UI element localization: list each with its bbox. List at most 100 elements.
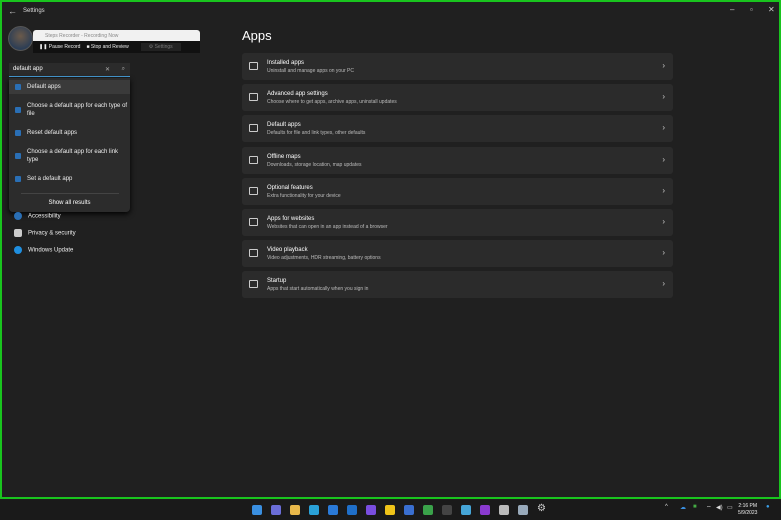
taskbar-app-icon[interactable]: [461, 505, 471, 515]
minimize-icon[interactable]: –: [730, 5, 734, 14]
wifi-icon[interactable]: ⌔: [706, 504, 712, 512]
maximize-icon[interactable]: ▫: [750, 5, 753, 14]
card-title: Advanced app settings: [267, 91, 328, 98]
nav-privacy-security[interactable]: Privacy & security: [14, 229, 76, 237]
chevron-right-icon: ›: [662, 217, 665, 226]
search-value: default app: [13, 66, 43, 72]
card-subtitle: Apps that start automatically when you s…: [267, 286, 369, 293]
card-apps-for-websites[interactable]: Apps for websites Websites that can open …: [242, 209, 673, 236]
taskbar-app-icon[interactable]: [423, 505, 433, 515]
result-item[interactable]: Reset default apps: [9, 129, 130, 137]
card-advanced-app-settings[interactable]: Advanced app settings Choose where to get…: [242, 84, 673, 112]
shield-icon: [14, 229, 22, 237]
taskbar-app-icon[interactable]: [252, 505, 262, 515]
notification-icon[interactable]: ●: [766, 504, 770, 510]
search-results-dropdown: Default apps Choose a default app for ea…: [9, 78, 130, 212]
nav-label: Windows Update: [28, 247, 74, 254]
search-icon[interactable]: ⌕: [122, 66, 125, 73]
card-title: Apps for websites: [267, 216, 315, 222]
settings-taskbar-icon[interactable]: ⚙: [537, 503, 547, 514]
card-icon: [249, 62, 258, 70]
taskbar-app-icon[interactable]: [271, 505, 281, 515]
date: 5/9/2023: [738, 510, 758, 516]
taskbar-app-icon[interactable]: [518, 505, 528, 515]
taskbar-app-icon[interactable]: [385, 505, 395, 515]
result-item[interactable]: Choose a default app for each type of fi…: [9, 102, 130, 118]
card-title: Installed apps: [267, 60, 305, 66]
card-subtitle: Uninstall and manage apps on your PC: [267, 68, 354, 74]
default-apps-icon: [15, 84, 21, 90]
chevron-right-icon: ›: [662, 92, 665, 102]
chevron-right-icon: ›: [662, 154, 665, 164]
taskbar-app-icon[interactable]: [499, 505, 509, 515]
card-subtitle: Defaults for file and link types, other …: [267, 130, 366, 137]
battery-icon[interactable]: ▭: [727, 504, 733, 511]
result-item[interactable]: Default apps: [9, 80, 130, 94]
search-input[interactable]: default app ✕ ⌕: [9, 63, 130, 77]
card-icon: [249, 93, 258, 102]
show-all-results-link[interactable]: Show all results: [9, 200, 130, 206]
card-subtitle: Extra functionality for your device: [267, 192, 341, 199]
taskbar-app-icon[interactable]: [366, 505, 376, 515]
card-video-playback[interactable]: Video playback Video adjustments, HDR str…: [242, 240, 673, 268]
back-arrow-icon[interactable]: ←: [8, 6, 17, 16]
accessibility-icon: [14, 212, 22, 220]
taskbar: ⚙ ^ ☁ ■ ⌔ ◀) ▭ 2:16 PM 5/9/2023 ●: [0, 500, 781, 520]
clear-icon[interactable]: ✕: [105, 66, 110, 73]
card-title: Startup: [267, 278, 287, 285]
divider: [21, 193, 119, 194]
card-installed-apps[interactable]: Installed apps Uninstall and manage apps …: [242, 53, 673, 80]
card-title: Offline maps: [267, 153, 301, 160]
app-tray-icon[interactable]: ■: [693, 504, 697, 510]
card-subtitle: Websites that can open in an app instead…: [267, 224, 388, 230]
taskbar-app-icon[interactable]: [309, 505, 319, 515]
default-apps-icon: [15, 153, 21, 159]
taskbar-app-icon[interactable]: [442, 505, 452, 515]
card-title: Default apps: [267, 122, 301, 129]
card-subtitle: Video adjustments, HDR streaming, batter…: [267, 255, 381, 262]
steps-recorder-toolbar: Steps Recorder - Recording Now ❚❚ Pause …: [33, 30, 200, 55]
pause-label: Pause Record: [48, 44, 81, 50]
avatar: [8, 26, 33, 51]
close-icon[interactable]: ✕: [768, 5, 775, 14]
steps-recorder-title: Steps Recorder - Recording Now: [45, 33, 119, 39]
card-offline-maps[interactable]: Offline maps Downloads, storage location,…: [242, 146, 673, 174]
stop-label: Stop and Review: [90, 44, 129, 50]
chevron-right-icon: ›: [662, 248, 665, 258]
card-optional-features[interactable]: Optional features Extra functionality for…: [242, 177, 673, 205]
card-icon: [249, 155, 258, 164]
taskbar-app-icon[interactable]: [347, 505, 357, 515]
steps-settings-button[interactable]: ⚙ Settings: [140, 43, 181, 51]
result-label: Choose a default app for each type of fi…: [27, 103, 128, 117]
result-item[interactable]: Set a default app: [9, 175, 130, 183]
result-item[interactable]: Choose a default app for each link type: [9, 148, 130, 164]
nav-label: Privacy & security: [28, 230, 76, 237]
card-subtitle: Choose where to get apps, archive apps, …: [267, 99, 397, 106]
card-icon: [249, 218, 258, 226]
result-label: Choose a default app for each link type: [27, 149, 119, 163]
taskbar-app-icon[interactable]: [290, 505, 300, 515]
clock[interactable]: 2:16 PM 5/9/2023: [738, 503, 757, 517]
card-icon: [249, 124, 258, 133]
card-startup[interactable]: Startup Apps that start automatically whe…: [242, 271, 673, 299]
volume-icon[interactable]: ◀): [716, 504, 723, 511]
nav-windows-update[interactable]: Windows Update: [14, 246, 73, 254]
default-apps-icon: [15, 107, 21, 113]
taskbar-app-icon[interactable]: [404, 505, 414, 515]
card-default-apps[interactable]: Default apps Defaults for file and link t…: [242, 115, 673, 143]
taskbar-app-icon[interactable]: [328, 505, 338, 515]
onedrive-icon[interactable]: ☁: [680, 504, 686, 511]
default-apps-icon: [15, 176, 21, 182]
nav-accessibility[interactable]: Accessibility: [14, 212, 61, 220]
page-title: Apps: [242, 28, 272, 43]
card-icon: [249, 186, 258, 195]
taskbar-app-icon[interactable]: [480, 505, 490, 515]
pause-record-button[interactable]: ❚❚ Pause Record: [39, 44, 80, 50]
result-label: Default apps: [27, 84, 61, 90]
stop-review-button[interactable]: ■ Stop and Review: [86, 44, 128, 50]
chevron-right-icon: ›: [662, 123, 665, 133]
nav-label: Accessibility: [28, 213, 61, 220]
chevron-right-icon: ›: [662, 61, 665, 70]
chevron-up-icon[interactable]: ^: [665, 504, 668, 510]
chevron-right-icon: ›: [662, 185, 665, 195]
